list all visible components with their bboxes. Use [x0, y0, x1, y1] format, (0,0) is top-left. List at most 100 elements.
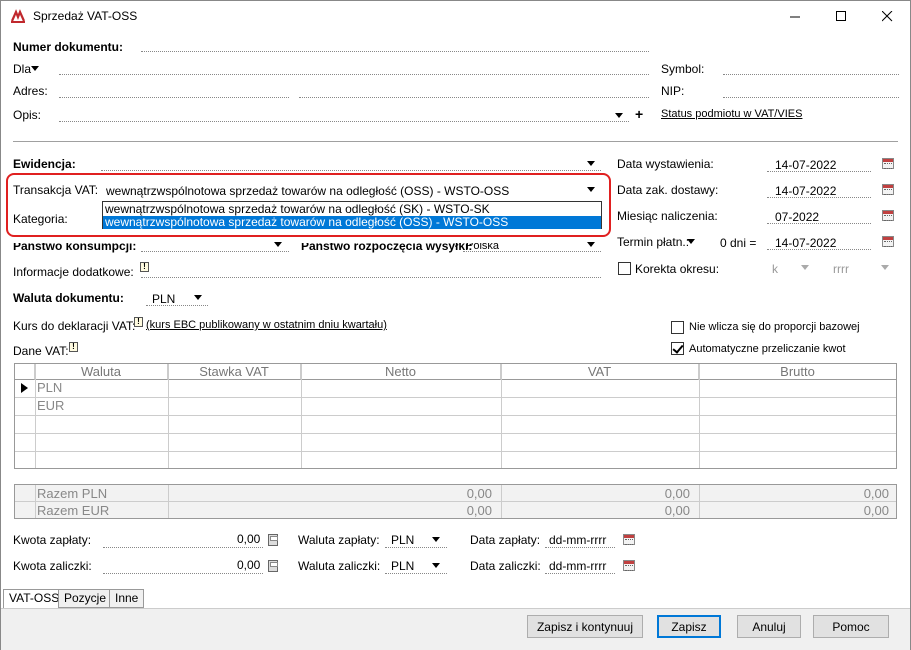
kwota-zaliczki-value[interactable]: 0,00 — [237, 558, 260, 572]
waluta-dokumentu-dropdown-icon[interactable] — [194, 295, 202, 300]
razem-pln-brutto: 0,00 — [863, 486, 889, 501]
tab-vat-oss[interactable]: VAT-OSS — [3, 589, 66, 609]
nip-field[interactable] — [723, 97, 899, 98]
waluta-zaliczki-dropdown-icon[interactable] — [432, 563, 440, 568]
waluta-zaliczki-value[interactable]: PLN — [391, 559, 414, 573]
opis-dropdown-icon[interactable] — [615, 113, 623, 118]
grid-header-brutto[interactable]: Brutto — [699, 364, 896, 380]
data-dostawy-value[interactable]: 14-07-2022 — [775, 184, 836, 198]
data-zaplaty-calendar-icon[interactable] — [623, 534, 635, 545]
kurs-info-icon[interactable]: ! — [134, 317, 143, 327]
anuluj-button[interactable]: Anuluj — [737, 615, 801, 638]
panstwo-rozpoczecia-field[interactable] — [463, 251, 601, 252]
panstwo-konsumpcji-field[interactable] — [141, 251, 289, 252]
nie-wlicza-checkbox[interactable] — [671, 321, 684, 334]
grid-header-waluta[interactable]: Waluta — [35, 364, 168, 380]
termin-dropdown-icon[interactable] — [687, 239, 695, 244]
vat-grid[interactable]: Waluta Stawka VAT Netto VAT Brutto PLN E… — [14, 363, 897, 469]
dane-vat-info-icon[interactable]: ! — [69, 342, 78, 352]
minimize-button[interactable] — [772, 1, 818, 32]
korekta-rrrr-field[interactable]: rrrr — [833, 262, 849, 276]
korekta-rrrr-dropdown-icon[interactable] — [881, 265, 889, 270]
zapisz-i-kontynuuj-button[interactable]: Zapisz i kontynuuj — [527, 615, 643, 638]
grid-header-corner — [15, 364, 35, 380]
grid-row-eur[interactable]: EUR — [37, 398, 64, 413]
data-zaliczki-field[interactable] — [545, 573, 615, 574]
waluta-zaliczki-field[interactable] — [385, 573, 447, 574]
auto-przeliczanie-checkbox[interactable] — [671, 342, 684, 355]
data-dostawy-field[interactable] — [767, 197, 871, 198]
panstwo-konsumpcji-dropdown-icon[interactable] — [274, 242, 282, 247]
adres-field-1[interactable] — [59, 97, 289, 98]
ewidencja-dropdown-icon[interactable] — [587, 161, 595, 166]
kwota-zaliczki-field[interactable] — [103, 573, 263, 574]
pomoc-button[interactable]: Pomoc — [813, 615, 889, 638]
waluta-zaplaty-dropdown-icon[interactable] — [432, 537, 440, 542]
symbol-field[interactable] — [723, 74, 899, 75]
kwota-zaliczki-label: Kwota zaliczki: — [13, 559, 92, 573]
termin-days[interactable]: 0 dni = — [720, 236, 756, 250]
waluta-zaplaty-field[interactable] — [385, 547, 447, 548]
razem-eur-label: Razem EUR — [37, 503, 110, 518]
ewidencja-label: Ewidencja: — [13, 157, 76, 171]
grid-header-netto[interactable]: Netto — [301, 364, 501, 380]
termin-calendar-icon[interactable] — [882, 236, 894, 247]
close-button[interactable] — [864, 1, 910, 32]
korekta-k-dropdown-icon[interactable] — [801, 265, 809, 270]
razem-pln-vat: 0,00 — [664, 486, 690, 501]
miesiac-naliczenia-calendar-icon[interactable] — [882, 210, 894, 221]
data-dostawy-calendar-icon[interactable] — [882, 184, 894, 195]
grid-col-divider — [699, 364, 700, 468]
opis-field[interactable] — [59, 121, 629, 122]
dane-vat-label: Dane VAT: — [13, 344, 69, 358]
grid-row-divider — [15, 451, 896, 452]
miesiac-naliczenia-value[interactable]: 07-2022 — [775, 210, 819, 224]
auto-przeliczanie-label: Automatyczne przeliczanie kwot — [689, 343, 846, 355]
dla-dropdown-icon[interactable] — [31, 66, 39, 71]
kwota-zaliczki-calculator-icon[interactable] — [268, 560, 278, 572]
kwota-zaplaty-calculator-icon[interactable] — [268, 534, 278, 546]
miesiac-naliczenia-field[interactable] — [767, 223, 871, 224]
data-zaliczki-label: Data zaliczki: — [470, 559, 541, 573]
grid-header-vat[interactable]: VAT — [501, 364, 699, 380]
panstwo-rozpoczecia-label: Państwo rozpoczęcia wysyłki: — [301, 239, 473, 253]
korekta-okresu-checkbox[interactable] — [618, 262, 631, 275]
korekta-k-field[interactable]: k — [772, 262, 778, 276]
data-zaplaty-label: Data zapłaty: — [470, 533, 541, 547]
korekta-okresu-label: Korekta okresu: — [635, 262, 720, 276]
status-vies-link[interactable]: Status podmiotu w VAT/VIES — [661, 108, 802, 120]
grid-row-divider — [15, 433, 896, 434]
zapisz-button[interactable]: Zapisz — [657, 615, 721, 638]
data-wystawienia-value[interactable]: 14-07-2022 — [775, 158, 836, 172]
maximize-button[interactable] — [818, 1, 864, 32]
data-zaliczki-value[interactable]: dd-mm-rrrr — [549, 559, 606, 573]
waluta-dokumentu-value[interactable]: PLN — [152, 292, 175, 306]
info-dodatkowe-info-icon[interactable]: ! — [140, 262, 149, 272]
waluta-dokumentu-field[interactable] — [146, 305, 208, 306]
waluta-zaplaty-value[interactable]: PLN — [391, 533, 414, 547]
kwota-zaplaty-field[interactable] — [103, 547, 263, 548]
info-dodatkowe-field[interactable] — [141, 277, 601, 278]
data-zaliczki-calendar-icon[interactable] — [623, 560, 635, 571]
tab-inne[interactable]: Inne — [109, 589, 145, 608]
adres-field-2[interactable] — [299, 97, 649, 98]
kurs-ebc-link[interactable]: (kurs EBC publikowany w ostatnim dniu kw… — [146, 319, 387, 331]
opis-add-icon[interactable]: + — [635, 106, 643, 122]
data-wystawienia-calendar-icon[interactable] — [882, 158, 894, 169]
waluta-zaplaty-label: Waluta zapłaty: — [298, 533, 380, 547]
grid-header-stawka[interactable]: Stawka VAT — [168, 364, 301, 380]
kwota-zaplaty-value[interactable]: 0,00 — [237, 532, 260, 546]
data-zaplaty-field[interactable] — [545, 547, 615, 548]
panstwo-rozpoczecia-dropdown-icon[interactable] — [587, 242, 595, 247]
dla-field[interactable] — [59, 74, 649, 75]
ewidencja-field[interactable] — [101, 170, 601, 171]
grid-row-pln[interactable]: PLN — [37, 380, 62, 395]
data-zaplaty-value[interactable]: dd-mm-rrrr — [549, 533, 606, 547]
numer-dokumentu-field[interactable] — [141, 51, 649, 52]
termin-value[interactable]: 14-07-2022 — [775, 236, 836, 250]
data-wystawienia-field[interactable] — [767, 171, 871, 172]
title-bar[interactable]: Sprzedaż VAT-OSS — [1, 1, 910, 32]
termin-field[interactable] — [767, 249, 871, 250]
tab-pozycje[interactable]: Pozycje — [58, 589, 113, 608]
minimize-icon — [789, 16, 800, 18]
